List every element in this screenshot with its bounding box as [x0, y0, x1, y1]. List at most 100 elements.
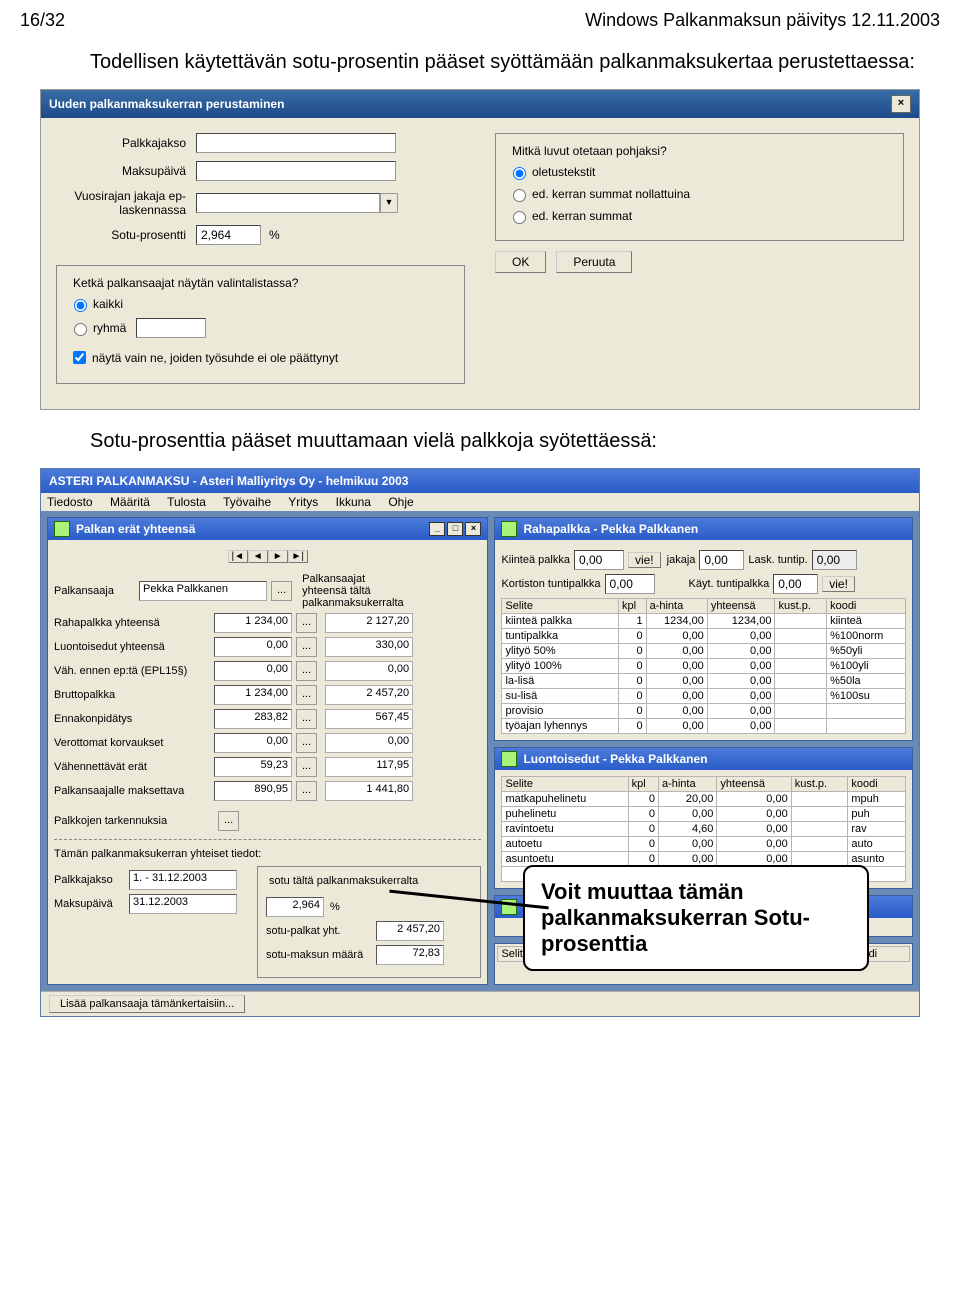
kortiston-input[interactable] [605, 574, 655, 594]
detail-button[interactable]: ... [296, 661, 317, 681]
cell[interactable]: 0,00 [646, 659, 707, 674]
cell[interactable] [775, 629, 827, 644]
cell[interactable]: 0,00 [646, 689, 707, 704]
cell[interactable]: 1234,00 [646, 614, 707, 629]
ryhma-input[interactable] [136, 318, 206, 338]
cell[interactable]: ravintoetu [502, 822, 628, 837]
cell[interactable]: %100yli [827, 659, 906, 674]
cell[interactable] [827, 719, 906, 734]
radio-ryhma[interactable] [74, 323, 87, 336]
cell[interactable]: 0 [618, 674, 646, 689]
detail-button[interactable]: ... [296, 637, 317, 657]
cell[interactable] [775, 704, 827, 719]
menu-item[interactable]: Ikkuna [336, 495, 371, 509]
vie-button[interactable]: vie! [628, 552, 661, 568]
cell[interactable]: 0,00 [658, 837, 716, 852]
chevron-down-icon[interactable]: ▼ [380, 193, 398, 213]
cell[interactable] [775, 614, 827, 629]
menu-item[interactable]: Tiedosto [47, 495, 93, 509]
nav-prev-icon[interactable]: ◄ [248, 550, 268, 563]
cell[interactable]: 0,00 [707, 719, 775, 734]
cell[interactable]: 4,60 [658, 822, 716, 837]
menu-item[interactable]: Määritä [110, 495, 150, 509]
cell[interactable]: 0,00 [717, 822, 791, 837]
menu-item[interactable]: Ohje [388, 495, 413, 509]
cell[interactable]: 0 [628, 807, 658, 822]
radio-kaikki[interactable] [74, 299, 87, 312]
cell[interactable]: ylityö 100% [502, 659, 619, 674]
cell[interactable]: %100su [827, 689, 906, 704]
cell[interactable]: provisio [502, 704, 619, 719]
cell[interactable] [791, 837, 848, 852]
cell[interactable] [775, 674, 827, 689]
menu-item[interactable]: Työvaihe [223, 495, 271, 509]
cell[interactable]: matkapuhelinetu [502, 792, 628, 807]
cell[interactable]: 0,00 [717, 792, 791, 807]
cell[interactable]: 0,00 [707, 659, 775, 674]
vie-button-2[interactable]: vie! [822, 576, 855, 592]
cell[interactable] [775, 659, 827, 674]
nav-first-icon[interactable]: |◄ [228, 550, 248, 563]
cell[interactable]: kiinteä palkka [502, 614, 619, 629]
cell[interactable]: mpuh [848, 792, 906, 807]
cell[interactable] [791, 822, 848, 837]
cell[interactable]: 0,00 [707, 689, 775, 704]
close-icon[interactable]: × [465, 522, 481, 536]
radio-oletus[interactable] [513, 167, 526, 180]
cell[interactable]: puh [848, 807, 906, 822]
detail-button[interactable]: ... [296, 709, 317, 729]
detail-button[interactable]: ... [296, 685, 317, 705]
cell[interactable]: ylityö 50% [502, 644, 619, 659]
menu-item[interactable]: Tulosta [167, 495, 206, 509]
cell[interactable]: 0 [618, 719, 646, 734]
cell[interactable]: 0,00 [707, 629, 775, 644]
sotu-input[interactable] [196, 225, 261, 245]
cell[interactable]: 0,00 [717, 807, 791, 822]
cell[interactable]: työajan lyhennys [502, 719, 619, 734]
close-icon[interactable]: × [891, 95, 911, 113]
cell[interactable]: 0 [628, 792, 658, 807]
cell[interactable]: 0,00 [646, 704, 707, 719]
cell[interactable]: 0 [618, 644, 646, 659]
cell[interactable]: 1 [618, 614, 646, 629]
nav-last-icon[interactable]: ►| [288, 550, 308, 563]
detail-button[interactable]: ... [296, 781, 317, 801]
cell[interactable]: 0,00 [707, 644, 775, 659]
cell[interactable]: kiinteä [827, 614, 906, 629]
cell[interactable]: 0 [628, 837, 658, 852]
cell[interactable]: 0 [618, 704, 646, 719]
cell[interactable]: autoetu [502, 837, 628, 852]
cell[interactable] [791, 807, 848, 822]
cell[interactable]: %100norm [827, 629, 906, 644]
cell[interactable]: %50yli [827, 644, 906, 659]
cell[interactable]: 0,00 [658, 807, 716, 822]
menu-item[interactable]: Yritys [288, 495, 318, 509]
cell[interactable] [775, 644, 827, 659]
cell[interactable]: auto [848, 837, 906, 852]
cell[interactable]: rav [848, 822, 906, 837]
detail-button[interactable]: ... [296, 733, 317, 753]
cell[interactable]: 20,00 [658, 792, 716, 807]
ok-button[interactable]: OK [495, 251, 546, 273]
add-employee-button[interactable]: Lisää palkansaaja tämänkertaisiin... [49, 995, 245, 1013]
cell[interactable]: 0 [628, 822, 658, 837]
tarkennuksia-button[interactable]: ... [218, 811, 239, 831]
cell[interactable] [775, 719, 827, 734]
cell[interactable] [791, 792, 848, 807]
rahapalkka-grid[interactable]: Selitekpla-hintayhteensäkust.p.koodikiin… [501, 598, 906, 734]
cell[interactable]: tuntipalkka [502, 629, 619, 644]
cell[interactable]: 0,00 [646, 719, 707, 734]
maximize-icon[interactable]: □ [447, 522, 463, 536]
minimize-icon[interactable]: _ [429, 522, 445, 536]
detail-button[interactable]: ... [296, 757, 317, 777]
kayt-input[interactable] [773, 574, 818, 594]
chk-nayta[interactable] [73, 351, 86, 364]
cell[interactable]: 0,00 [707, 704, 775, 719]
cell[interactable]: 0,00 [646, 629, 707, 644]
nav-next-icon[interactable]: ► [268, 550, 288, 563]
cell[interactable]: 0,00 [707, 674, 775, 689]
cell[interactable]: puhelinetu [502, 807, 628, 822]
cell[interactable]: 0 [618, 629, 646, 644]
cell[interactable] [775, 689, 827, 704]
browse-button[interactable]: ... [271, 581, 292, 601]
